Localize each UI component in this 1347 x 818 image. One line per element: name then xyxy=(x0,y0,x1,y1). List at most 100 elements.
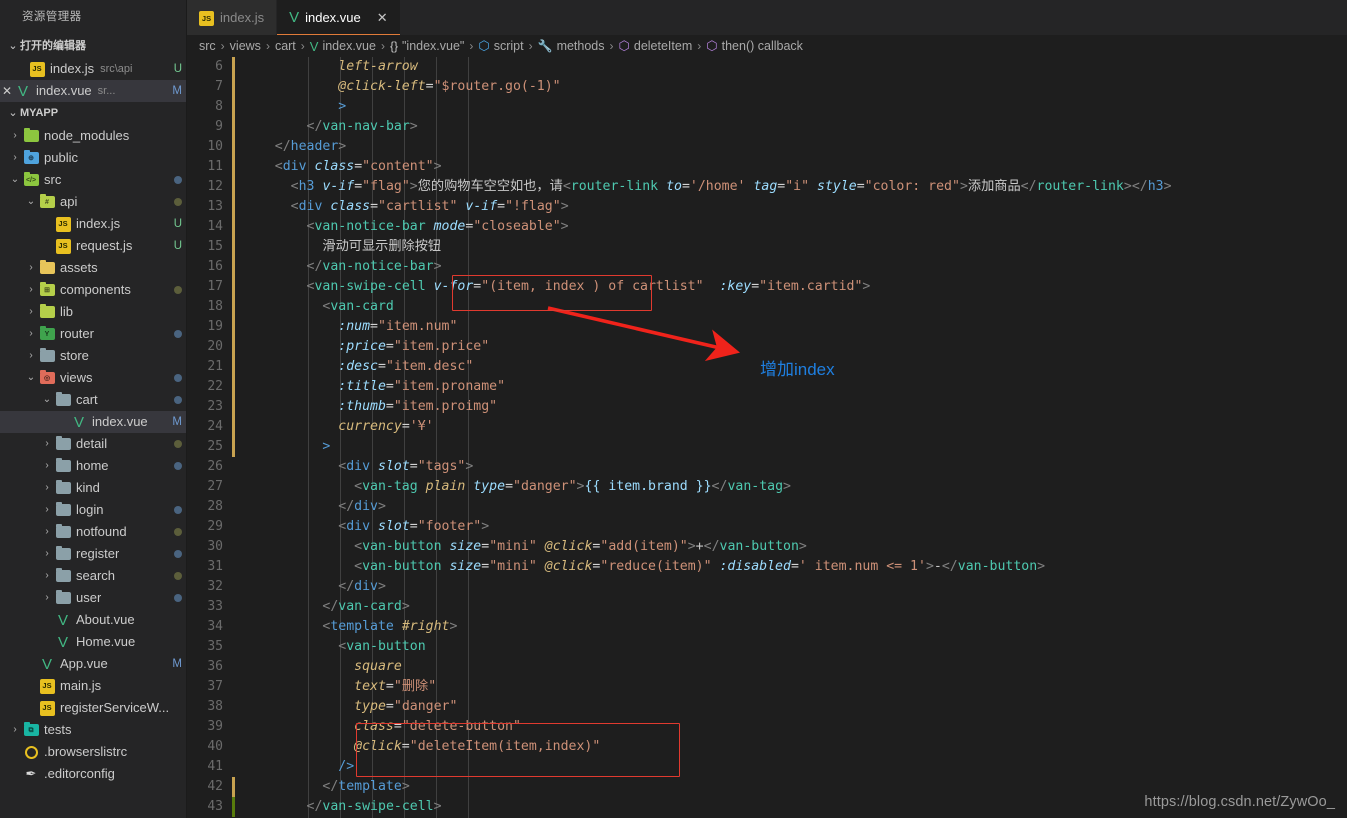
chevron-down-icon[interactable]: ⌄ xyxy=(8,169,22,191)
tree-item-main-js[interactable]: JS main.js xyxy=(0,675,186,697)
tree-item-components[interactable]: › ⊞ components xyxy=(0,279,186,301)
chevron-right-icon[interactable]: › xyxy=(24,301,38,323)
tree-item-tests[interactable]: › ⧉ tests xyxy=(0,719,186,741)
tree-item-views[interactable]: ⌄ ◎ views xyxy=(0,367,186,389)
code-line[interactable]: 14 <van-notice-bar mode="closeable"> xyxy=(187,217,1347,237)
code-line[interactable]: 35 <van-button xyxy=(187,637,1347,657)
tree-item-home-vue[interactable]: V Home.vue xyxy=(0,631,186,653)
code-line[interactable]: 25 > xyxy=(187,437,1347,457)
code-line[interactable]: 6 left-arrow xyxy=(187,57,1347,77)
code-line[interactable]: 19 ​:num="item.num" xyxy=(187,317,1347,337)
code-line[interactable]: 22 ​:title="item.proname" xyxy=(187,377,1347,397)
chevron-right-icon[interactable]: › xyxy=(40,499,54,521)
code-line[interactable]: 32 </div> xyxy=(187,577,1347,597)
code-line[interactable]: 36 square xyxy=(187,657,1347,677)
chevron-right-icon[interactable]: › xyxy=(40,565,54,587)
tree-item-public[interactable]: › ⊕ public xyxy=(0,147,186,169)
code-line[interactable]: 9 </van-nav-bar> xyxy=(187,117,1347,137)
code-line[interactable]: 12 <h3 v-if="flag">您的购物车空空如也，请<router-li… xyxy=(187,177,1347,197)
tree-item-store[interactable]: › store xyxy=(0,345,186,367)
breadcrumb-item-cart[interactable]: cart xyxy=(275,39,296,53)
code-line[interactable]: 10 </header> xyxy=(187,137,1347,157)
code-line[interactable]: 39 class="delete-button" xyxy=(187,717,1347,737)
tree-item-index-vue[interactable]: Vindex.vue M xyxy=(0,411,186,433)
breadcrumb-item-deleteitem[interactable]: ⬡ deleteItem xyxy=(619,38,693,54)
chevron-down-icon[interactable]: ⌄ xyxy=(40,389,54,411)
chevron-right-icon[interactable]: › xyxy=(40,433,54,455)
tree-item-assets[interactable]: › assets xyxy=(0,257,186,279)
breadcrumb-item-views[interactable]: views xyxy=(230,39,261,53)
tree-item-src[interactable]: ⌄ </> src xyxy=(0,169,186,191)
chevron-right-icon[interactable]: › xyxy=(40,587,54,609)
code-line[interactable]: 24 currency='¥' xyxy=(187,417,1347,437)
tree-item-index-js[interactable]: JS index.js U xyxy=(0,213,186,235)
code-line[interactable]: 18 <van-card xyxy=(187,297,1347,317)
code-line[interactable]: 11 <div class="content"> xyxy=(187,157,1347,177)
code-line[interactable]: 40 @click="deleteItem(item,index)" xyxy=(187,737,1347,757)
code-line[interactable]: 28 </div> xyxy=(187,497,1347,517)
tree-item-node-modules[interactable]: › node_modules xyxy=(0,125,186,147)
code-line[interactable]: 26 <div slot="tags"> xyxy=(187,457,1347,477)
open-editor-item[interactable]: JS index.js src\api U xyxy=(0,58,186,80)
code-lines[interactable]: 6 left-arrow 7 @click-left="$router.go(-1… xyxy=(187,57,1347,818)
breadcrumb-item-methods[interactable]: 🔧 methods xyxy=(538,39,605,53)
tree-item-request-js[interactable]: JS request.js U xyxy=(0,235,186,257)
tree-item-registerservicew-[interactable]: JS registerServiceW... xyxy=(0,697,186,719)
breadcrumb-item-src[interactable]: src xyxy=(199,39,216,53)
chevron-right-icon[interactable]: › xyxy=(40,455,54,477)
chevron-right-icon[interactable]: › xyxy=(40,543,54,565)
code-line[interactable]: 31 <van-button size="mini" @click="reduc… xyxy=(187,557,1347,577)
code-line[interactable]: 29 <div slot="footer"> xyxy=(187,517,1347,537)
code-line[interactable]: 37 text="删除" xyxy=(187,677,1347,697)
code-line[interactable]: 34 <template #right> xyxy=(187,617,1347,637)
chevron-right-icon[interactable]: › xyxy=(8,147,22,169)
tree-item--editorconfig[interactable]: ✒ .editorconfig xyxy=(0,763,186,785)
tree-item-kind[interactable]: › kind xyxy=(0,477,186,499)
tree-item-home[interactable]: › home xyxy=(0,455,186,477)
breadcrumb-item--index-vue-[interactable]: {} "index.vue" xyxy=(390,39,464,53)
code-line[interactable]: 30 <van-button size="mini" @click="add(i… xyxy=(187,537,1347,557)
project-header[interactable]: ⌄ MYAPP xyxy=(0,102,186,125)
tree-item-notfound[interactable]: › notfound xyxy=(0,521,186,543)
breadcrumb-item-then-callback[interactable]: ⬡ then() callback xyxy=(706,38,803,54)
editor-tab-index-vue[interactable]: Vindex.vue ✕ xyxy=(277,0,401,35)
chevron-right-icon[interactable]: › xyxy=(8,125,22,147)
code-line[interactable]: 23 ​:thumb="item.proimg" xyxy=(187,397,1347,417)
code-line[interactable]: 7 @click-left="$router.go(-1)" xyxy=(187,77,1347,97)
code-editor[interactable]: 6 left-arrow 7 @click-left="$router.go(-1… xyxy=(187,57,1347,818)
tree-item-search[interactable]: › search xyxy=(0,565,186,587)
code-line[interactable]: 27 <van-tag plain type="danger">{{ item.… xyxy=(187,477,1347,497)
breadcrumb-item-script[interactable]: ⬡ script xyxy=(478,38,523,54)
chevron-right-icon[interactable]: › xyxy=(40,477,54,499)
code-line[interactable]: 20 ​:price="item.price" xyxy=(187,337,1347,357)
chevron-down-icon[interactable]: ⌄ xyxy=(24,367,38,389)
code-line[interactable]: 13 <div class="cartlist" v-if="!flag"> xyxy=(187,197,1347,217)
chevron-right-icon[interactable]: › xyxy=(24,257,38,279)
tree-item-cart[interactable]: ⌄ cart xyxy=(0,389,186,411)
close-icon[interactable]: ✕ xyxy=(0,80,14,102)
chevron-right-icon[interactable]: › xyxy=(24,279,38,301)
code-line[interactable]: 16 </van-notice-bar> xyxy=(187,257,1347,277)
code-line[interactable]: 8 > xyxy=(187,97,1347,117)
open-editor-item[interactable]: ✕ Vindex.vue sr... M xyxy=(0,80,186,102)
chevron-right-icon[interactable]: › xyxy=(24,323,38,345)
code-line[interactable]: 33 </van-card> xyxy=(187,597,1347,617)
tree-item-about-vue[interactable]: V About.vue xyxy=(0,609,186,631)
chevron-right-icon[interactable]: › xyxy=(8,719,22,741)
code-line[interactable]: 41 /> xyxy=(187,757,1347,777)
tree-item-login[interactable]: › login xyxy=(0,499,186,521)
chevron-right-icon[interactable]: › xyxy=(40,521,54,543)
code-line[interactable]: 15 滑动可显示删除按钮 xyxy=(187,237,1347,257)
tree-item-api[interactable]: ⌄ # api xyxy=(0,191,186,213)
tree-item-lib[interactable]: › lib xyxy=(0,301,186,323)
tree-item-app-vue[interactable]: V App.vue M xyxy=(0,653,186,675)
code-line[interactable]: 38 type="danger" xyxy=(187,697,1347,717)
open-editors-header[interactable]: ⌄ 打开的编辑器 xyxy=(0,35,186,58)
code-line[interactable]: 17 <van-swipe-cell v-for="(item, index )… xyxy=(187,277,1347,297)
tree-item-detail[interactable]: › detail xyxy=(0,433,186,455)
close-icon[interactable]: ✕ xyxy=(377,10,388,26)
breadcrumb-item-index-vue[interactable]: Vindex.vue xyxy=(310,39,376,54)
tree-item-register[interactable]: › register xyxy=(0,543,186,565)
chevron-down-icon[interactable]: ⌄ xyxy=(24,191,38,213)
tree-item-router[interactable]: › Yrouter xyxy=(0,323,186,345)
